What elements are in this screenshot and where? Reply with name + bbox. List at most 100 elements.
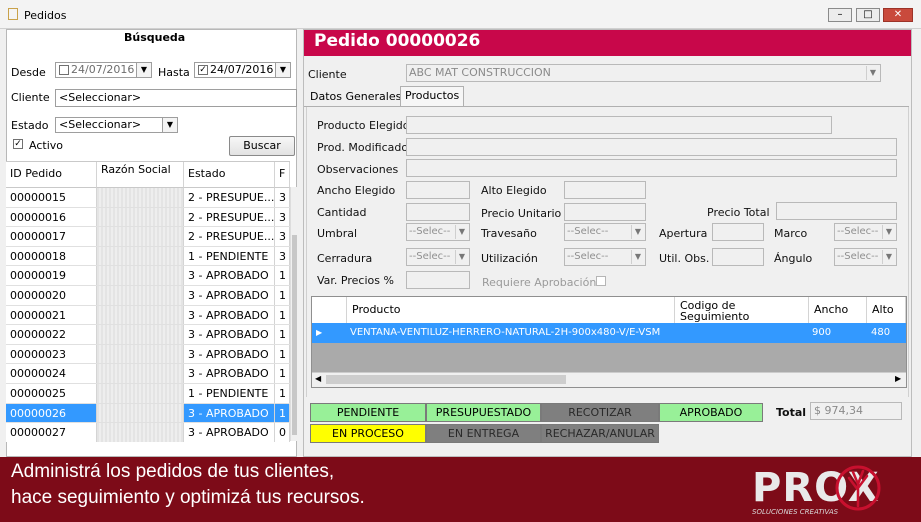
products-header-producto[interactable]: Producto <box>347 297 675 323</box>
minimize-icon[interactable]: – <box>828 8 852 22</box>
cantidad-label: Cantidad <box>317 206 367 219</box>
order-id-cell: 00000024 <box>6 364 97 383</box>
cerradura-select[interactable]: --Selec-- ▼ <box>406 248 470 266</box>
table-row[interactable]: 00000019 3 - APROBADO 1 <box>6 266 290 286</box>
prod-modificado-label: Prod. Modificado <box>317 141 409 154</box>
table-row[interactable]: 00000016 2 - PRESUPUE... 3 <box>6 207 290 228</box>
scroll-right-icon[interactable]: ▶ <box>895 374 901 383</box>
grid-header-estado[interactable]: Estado <box>184 162 275 188</box>
desde-checkbox[interactable] <box>59 65 69 75</box>
table-row[interactable]: 00000027 3 - APROBADO 0 <box>6 423 290 442</box>
precio-unitario-field[interactable] <box>564 203 646 221</box>
hasta-date-picker[interactable]: ✓ 24/07/2016 ▼ <box>194 62 291 78</box>
activo-checkbox[interactable]: ✓ <box>13 139 23 149</box>
table-row[interactable]: 00000024 3 - APROBADO 1 <box>6 364 290 384</box>
ancho-elegido-field[interactable] <box>406 181 470 199</box>
producto-elegido-field[interactable] <box>406 116 832 134</box>
marco-label: Marco <box>774 227 808 240</box>
chevron-down-icon[interactable]: ▼ <box>162 118 177 132</box>
table-row[interactable]: 00000025 1 - PENDIENTE 1 <box>6 384 290 404</box>
alto-elegido-field[interactable] <box>564 181 646 199</box>
order-id-cell: 00000015 <box>6 188 97 207</box>
scroll-thumb[interactable] <box>292 235 297 435</box>
chevron-down-icon[interactable]: ▼ <box>136 63 151 77</box>
grid-header-razon[interactable]: Razón Social <box>97 162 184 188</box>
table-row[interactable]: 00000018 1 - PENDIENTE 3 <box>6 246 290 267</box>
order-estado-cell: 3 - APROBADO <box>184 325 275 344</box>
products-header-alto[interactable]: Alto <box>867 297 906 323</box>
order-estado-cell: 3 - APROBADO <box>184 364 275 383</box>
observaciones-field[interactable] <box>406 159 897 177</box>
orders-grid-scrollbar[interactable] <box>290 187 298 441</box>
observaciones-label: Observaciones <box>317 163 399 176</box>
chevron-down-icon[interactable]: ▼ <box>882 225 895 239</box>
product-ancho-cell: 900 <box>812 327 832 338</box>
products-grid-row[interactable]: ▶ VENTANA-VENTILUZ-HERRERO-NATURAL-2H-90… <box>312 323 906 343</box>
table-row[interactable]: 00000015 2 - PRESUPUE... 3 <box>6 188 290 208</box>
var-precios-field[interactable] <box>406 271 470 289</box>
table-row[interactable]: 00000022 3 - APROBADO 1 <box>6 325 290 345</box>
table-row[interactable]: 00000023 3 - APROBADO 1 <box>6 344 290 365</box>
order-cliente-label: Cliente <box>308 68 347 81</box>
producto-elegido-label: Producto Elegido <box>317 119 410 132</box>
precio-total-label: Precio Total <box>707 206 770 219</box>
chevron-down-icon[interactable]: ▼ <box>866 66 879 80</box>
cantidad-field[interactable] <box>406 203 470 221</box>
order-estado-cell: 2 - PRESUPUE... <box>184 207 275 227</box>
cliente-search-input[interactable]: <Seleccionar> <box>55 89 297 107</box>
chevron-down-icon[interactable]: ▼ <box>631 225 644 239</box>
rechazar-anular-button[interactable]: RECHAZAR/ANULAR <box>541 424 659 443</box>
en-entrega-button[interactable]: EN ENTREGA <box>426 424 541 443</box>
desde-date-picker[interactable]: 24/07/2016 ▼ <box>55 62 152 78</box>
order-id-cell: 00000026 <box>6 403 97 423</box>
prod-modificado-field[interactable] <box>406 138 897 156</box>
order-f-cell: 1 <box>275 266 290 285</box>
pendiente-button[interactable]: PENDIENTE <box>310 403 426 422</box>
chevron-down-icon[interactable]: ▼ <box>455 250 468 264</box>
travesano-select-value: --Selec-- <box>567 226 609 237</box>
apertura-field[interactable] <box>712 223 764 241</box>
chevron-down-icon[interactable]: ▼ <box>631 250 644 264</box>
table-row[interactable]: 00000026 3 - APROBADO 1 <box>6 403 290 424</box>
estado-search-select[interactable]: <Seleccionar> ▼ <box>55 117 178 133</box>
products-grid-hscrollbar[interactable]: ◀ ▶ <box>312 372 906 387</box>
grid-header-f[interactable]: F <box>275 162 290 188</box>
umbral-select[interactable]: --Selec-- ▼ <box>406 223 470 241</box>
table-row[interactable]: 00000021 3 - APROBADO 1 <box>6 305 290 326</box>
en-proceso-button[interactable]: EN PROCESO <box>310 424 426 443</box>
grid-header-id[interactable]: ID Pedido <box>6 162 97 188</box>
marco-select[interactable]: --Selec-- ▼ <box>834 223 897 241</box>
util-obs-field[interactable] <box>712 248 764 266</box>
products-header-ancho[interactable]: Ancho <box>809 297 867 323</box>
cerradura-label: Cerradura <box>317 252 373 265</box>
aprobado-button[interactable]: APROBADO <box>659 403 763 422</box>
presupuestado-button[interactable]: PRESUPUESTADO <box>426 403 541 422</box>
tab-datos-generales[interactable]: Datos Generales <box>306 88 405 106</box>
travesano-select[interactable]: --Selec-- ▼ <box>564 223 646 241</box>
razon-social-cell <box>97 344 184 364</box>
angulo-select[interactable]: --Selec-- ▼ <box>834 248 897 266</box>
scroll-left-icon[interactable]: ◀ <box>315 374 321 383</box>
maximize-icon[interactable]: □ <box>856 8 880 22</box>
order-f-cell: 1 <box>275 384 290 403</box>
table-row[interactable]: 00000017 2 - PRESUPUE... 3 <box>6 227 290 247</box>
razon-social-cell <box>97 246 184 266</box>
close-icon[interactable]: ✕ <box>883 8 913 22</box>
order-cliente-select[interactable]: ABC MAT CONSTRUCCION ▼ <box>406 64 881 82</box>
utilizacion-select[interactable]: --Selec-- ▼ <box>564 248 646 266</box>
chevron-down-icon[interactable]: ▼ <box>455 225 468 239</box>
precio-total-field[interactable] <box>776 202 897 220</box>
buscar-button[interactable]: Buscar <box>229 136 295 156</box>
products-header-codigo[interactable]: Codigo de Seguimiento <box>675 297 809 323</box>
table-row[interactable]: 00000020 3 - APROBADO 1 <box>6 286 290 306</box>
razon-social-cell <box>97 207 184 227</box>
recotizar-button[interactable]: RECOTIZAR <box>541 403 659 422</box>
tab-productos[interactable]: Productos <box>400 86 465 107</box>
order-estado-cell: 2 - PRESUPUE... <box>184 188 275 207</box>
cliente-search-label: Cliente <box>11 91 50 104</box>
scroll-thumb[interactable] <box>326 375 566 384</box>
chevron-down-icon[interactable]: ▼ <box>882 250 895 264</box>
hasta-checkbox[interactable]: ✓ <box>198 65 208 75</box>
requiere-aprobacion-checkbox[interactable] <box>596 276 606 286</box>
chevron-down-icon[interactable]: ▼ <box>275 63 290 77</box>
